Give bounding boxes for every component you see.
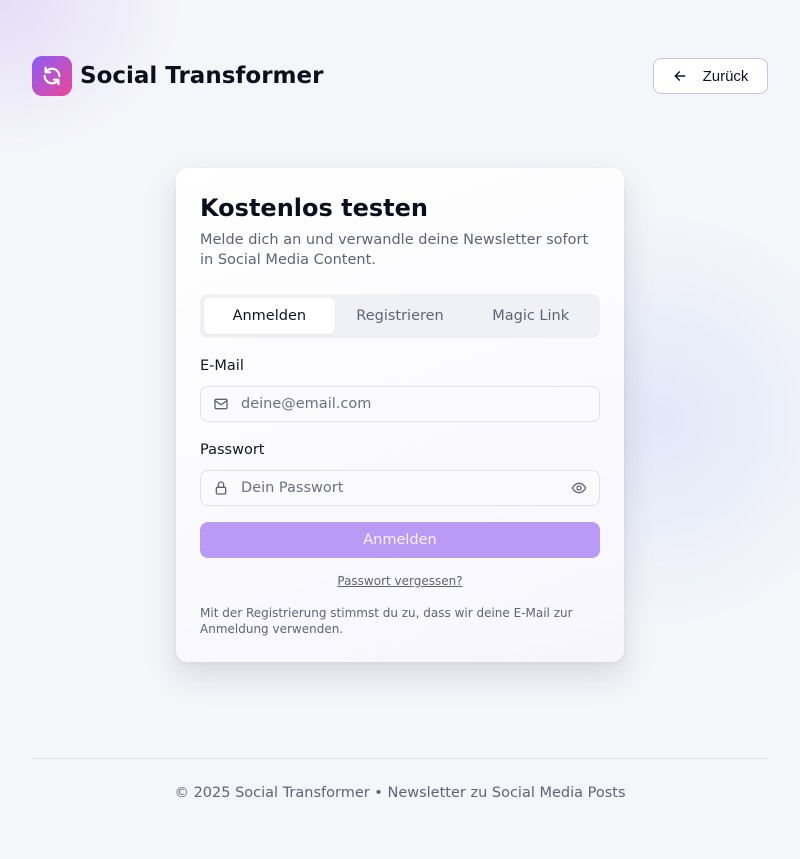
back-button[interactable]: Zurück bbox=[653, 58, 768, 94]
footer-text: © 2025 Social Transformer • Newsletter z… bbox=[174, 785, 626, 801]
submit-button[interactable]: Anmelden bbox=[200, 522, 600, 558]
email-field[interactable] bbox=[241, 387, 561, 421]
card-title: Kostenlos testen bbox=[200, 194, 429, 222]
card-subtitle: Melde dich an und verwandle deine Newsle… bbox=[200, 232, 589, 268]
auth-tabs: Anmelden Registrieren Magic Link bbox=[200, 294, 600, 338]
eye-icon[interactable] bbox=[571, 480, 587, 496]
password-field-wrapper bbox=[200, 470, 600, 506]
footer-divider bbox=[32, 758, 768, 759]
tab-anmelden[interactable]: Anmelden bbox=[204, 298, 335, 334]
email-label: E-Mail bbox=[200, 358, 244, 374]
brand-logo[interactable] bbox=[32, 56, 72, 96]
brand-name: Social Transformer bbox=[80, 63, 324, 89]
back-button-label: Zurück bbox=[702, 67, 749, 85]
password-label: Passwort bbox=[200, 442, 265, 458]
arrow-left-icon bbox=[674, 71, 685, 81]
login-card: Kostenlos testen Melde dich an und verwa… bbox=[176, 168, 624, 662]
forgot-password-link[interactable]: Passwort vergessen? bbox=[176, 574, 624, 588]
email-field-wrapper bbox=[200, 386, 600, 422]
tab-magic-link[interactable]: Magic Link bbox=[465, 298, 596, 334]
terms-notice: Mit der Registrierung stimmst du zu, das… bbox=[200, 606, 573, 636]
password-field[interactable] bbox=[241, 471, 561, 505]
tab-registrieren[interactable]: Registrieren bbox=[335, 298, 466, 334]
mail-icon bbox=[213, 396, 229, 412]
refresh-icon bbox=[43, 66, 61, 86]
lock-icon bbox=[213, 480, 229, 496]
app-header: Social Transformer Zurück bbox=[32, 56, 768, 96]
